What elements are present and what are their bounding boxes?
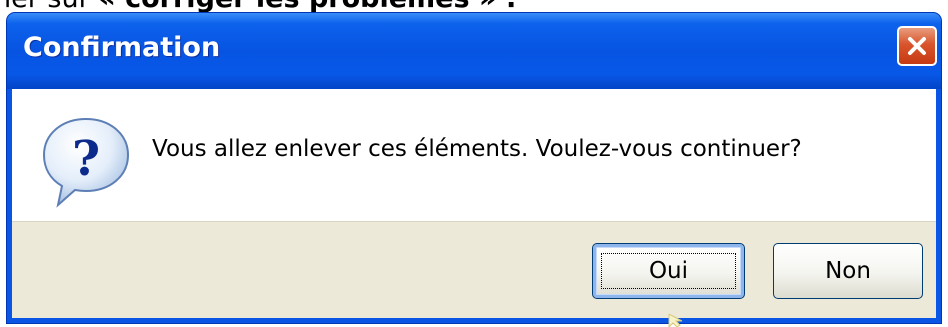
yes-button-label: Oui bbox=[648, 258, 689, 284]
no-button-label: Non bbox=[825, 258, 871, 284]
mouse-cursor-icon bbox=[668, 314, 683, 327]
dialog-body: ? Vous allez enlever ces éléments. Voule… bbox=[12, 89, 936, 318]
no-button[interactable]: Non bbox=[773, 243, 923, 299]
svg-text:?: ? bbox=[72, 131, 100, 187]
dialog-title: Confirmation bbox=[23, 32, 221, 63]
dialog-message: Vous allez enlever ces éléments. Voulez-… bbox=[152, 136, 802, 162]
yes-button[interactable]: Oui bbox=[592, 243, 745, 299]
message-area: ? Vous allez enlever ces éléments. Voule… bbox=[12, 89, 936, 222]
dialog-titlebar[interactable]: Confirmation bbox=[7, 13, 941, 89]
question-icon: ? bbox=[42, 117, 130, 208]
confirmation-dialog: Confirmation ? Vous allez enlever ces él… bbox=[6, 12, 942, 324]
close-icon bbox=[908, 37, 926, 55]
close-button[interactable] bbox=[897, 26, 937, 66]
